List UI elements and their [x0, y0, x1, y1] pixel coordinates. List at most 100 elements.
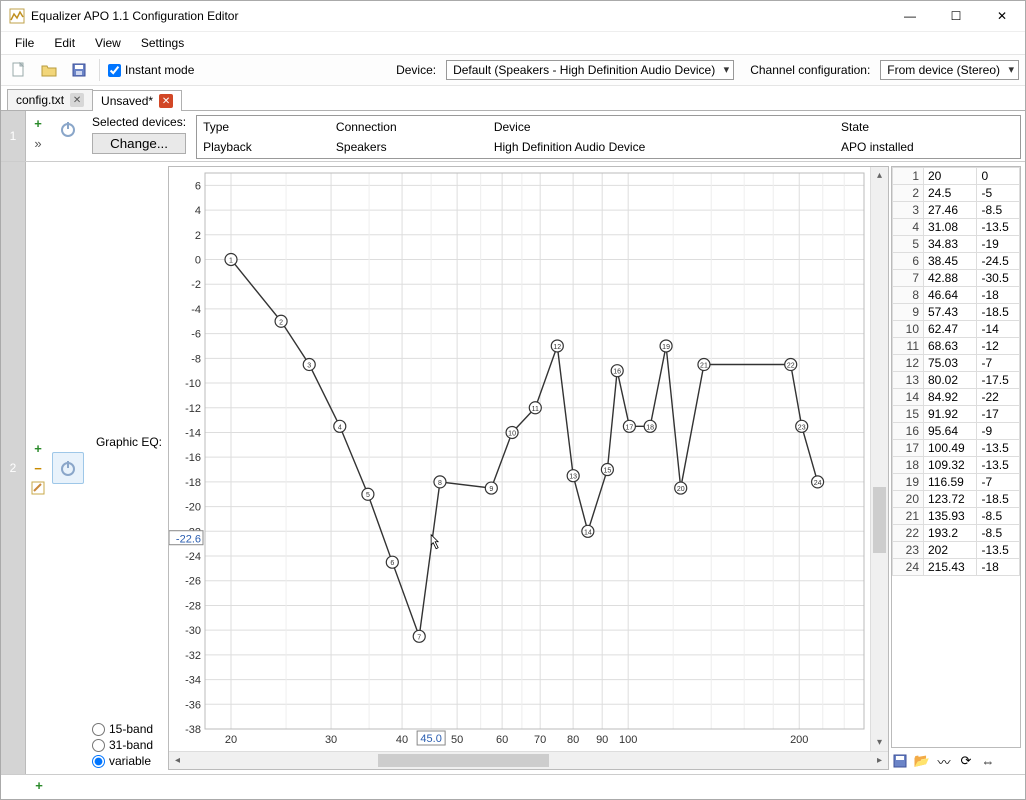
save-file-icon[interactable]	[67, 58, 91, 82]
device-combo[interactable]: Default (Speakers - High Definition Audi…	[446, 60, 734, 80]
edit-icon[interactable]	[30, 480, 46, 496]
point-row[interactable]: 638.45-24.5	[893, 253, 1020, 270]
point-row[interactable]: 1380.02-17.5	[893, 372, 1020, 389]
svg-text:200: 200	[790, 734, 808, 746]
svg-text:-26: -26	[185, 576, 201, 588]
titlebar: Equalizer APO 1.1 Configuration Editor —…	[1, 1, 1025, 32]
svg-text:9: 9	[489, 486, 493, 493]
toolbar-separator	[99, 59, 100, 81]
point-row[interactable]: 23202-13.5	[893, 542, 1020, 559]
point-row[interactable]: 20123.72-18.5	[893, 491, 1020, 508]
svg-text:24: 24	[814, 480, 822, 487]
channel-config-value: From device (Stereo)	[887, 63, 1000, 77]
points-table[interactable]: 1200224.5-5327.46-8.5431.08-13.5534.83-1…	[891, 166, 1021, 748]
svg-text:20: 20	[677, 486, 685, 493]
add-row-icon[interactable]: +	[31, 777, 47, 793]
svg-text:-34: -34	[185, 675, 201, 687]
point-row[interactable]: 1484.92-22	[893, 389, 1020, 406]
device-combo-value: Default (Speakers - High Definition Audi…	[453, 63, 715, 77]
save-curve-icon[interactable]	[891, 752, 909, 770]
svg-text:90: 90	[596, 734, 608, 746]
svg-text:23: 23	[798, 424, 806, 431]
point-row[interactable]: 742.88-30.5	[893, 270, 1020, 287]
row-index-2[interactable]: 2	[1, 162, 26, 774]
point-row[interactable]: 957.43-18.5	[893, 304, 1020, 321]
import-icon[interactable]: 📂	[913, 752, 931, 770]
svg-text:-38: -38	[185, 724, 201, 736]
expand-icon[interactable]: »	[30, 135, 46, 151]
svg-text:-20: -20	[185, 502, 201, 514]
close-button[interactable]: ✕	[979, 1, 1025, 31]
point-row[interactable]: 1695.64-9	[893, 423, 1020, 440]
point-row[interactable]: 22193.2-8.5	[893, 525, 1020, 542]
point-row[interactable]: 21135.93-8.5	[893, 508, 1020, 525]
invert-icon[interactable]: 〰	[935, 752, 953, 770]
svg-text:-22.6: -22.6	[176, 534, 201, 546]
flat-icon[interactable]: ⇔	[979, 752, 997, 770]
point-row[interactable]: 224.5-5	[893, 185, 1020, 202]
svg-text:4: 4	[195, 205, 201, 217]
power-toggle-row2[interactable]	[52, 452, 84, 484]
tab-unsaved[interactable]: Unsaved* ✕	[92, 90, 182, 111]
tab-close-icon[interactable]: ✕	[70, 93, 84, 107]
svg-text:60: 60	[496, 734, 508, 746]
point-row[interactable]: 1062.47-14	[893, 321, 1020, 338]
eq-chart[interactable]: 6420-2-4-6-8-10-12-14-16-18-20-22-24-26-…	[168, 166, 889, 770]
menu-file[interactable]: File	[5, 33, 44, 53]
add-band-icon[interactable]: +	[30, 440, 46, 456]
svg-text:2: 2	[195, 230, 201, 242]
change-devices-button[interactable]: Change...	[92, 133, 186, 154]
tab-config[interactable]: config.txt ✕	[7, 89, 93, 110]
point-row[interactable]: 327.46-8.5	[893, 202, 1020, 219]
col-state: State	[837, 118, 1018, 136]
svg-text:17: 17	[625, 424, 633, 431]
new-file-icon[interactable]	[7, 58, 31, 82]
minimize-button[interactable]: —	[887, 1, 933, 31]
point-row[interactable]: 1168.63-12	[893, 338, 1020, 355]
row-index-1[interactable]: 1	[1, 111, 26, 161]
instant-mode-checkbox[interactable]: Instant mode	[108, 63, 194, 77]
svg-text:-8: -8	[191, 353, 201, 365]
svg-text:6: 6	[195, 180, 201, 192]
band-31-radio[interactable]: 31-band	[92, 738, 162, 752]
point-row[interactable]: 534.83-19	[893, 236, 1020, 253]
svg-text:13: 13	[569, 474, 577, 481]
svg-text:30: 30	[325, 734, 337, 746]
menu-edit[interactable]: Edit	[44, 33, 85, 53]
band-15-radio[interactable]: 15-band	[92, 722, 162, 736]
point-row[interactable]: 1275.03-7	[893, 355, 1020, 372]
add-filter-icon[interactable]: +	[30, 115, 46, 131]
remove-band-icon[interactable]: −	[30, 460, 46, 476]
svg-text:50: 50	[451, 734, 463, 746]
point-row[interactable]: 24215.43-18	[893, 559, 1020, 576]
point-row[interactable]: 431.08-13.5	[893, 219, 1020, 236]
svg-text:-14: -14	[185, 427, 201, 439]
svg-text:-32: -32	[185, 650, 201, 662]
point-row[interactable]: 18109.32-13.5	[893, 457, 1020, 474]
point-row[interactable]: 846.64-18	[893, 287, 1020, 304]
menu-view[interactable]: View	[85, 33, 131, 53]
svg-text:22: 22	[787, 363, 795, 370]
app-icon	[9, 8, 25, 24]
maximize-button[interactable]: ☐	[933, 1, 979, 31]
point-row[interactable]: 17100.49-13.5	[893, 440, 1020, 457]
menu-settings[interactable]: Settings	[131, 33, 194, 53]
point-row[interactable]: 1200	[893, 168, 1020, 185]
tabstrip: config.txt ✕ Unsaved* ✕	[1, 86, 1025, 111]
point-row[interactable]: 19116.59-7	[893, 474, 1020, 491]
band-variable-radio[interactable]: variable	[92, 754, 162, 768]
point-row[interactable]: 1591.92-17	[893, 406, 1020, 423]
tab-close-icon[interactable]: ✕	[159, 94, 173, 108]
svg-text:10: 10	[508, 430, 516, 437]
device-row[interactable]: Playback Speakers High Definition Audio …	[199, 138, 1018, 156]
channel-config-combo[interactable]: From device (Stereo)	[880, 60, 1019, 80]
svg-text:-24: -24	[185, 551, 201, 563]
svg-text:2: 2	[279, 319, 283, 326]
power-toggle-row1[interactable]	[52, 113, 84, 145]
chart-vscrollbar[interactable]: ▴▾	[870, 167, 888, 751]
svg-text:12: 12	[553, 344, 561, 351]
svg-text:-16: -16	[185, 452, 201, 464]
open-file-icon[interactable]	[37, 58, 61, 82]
reset-icon[interactable]: ⟳	[957, 752, 975, 770]
chart-hscrollbar[interactable]: ◂▸	[169, 751, 888, 769]
